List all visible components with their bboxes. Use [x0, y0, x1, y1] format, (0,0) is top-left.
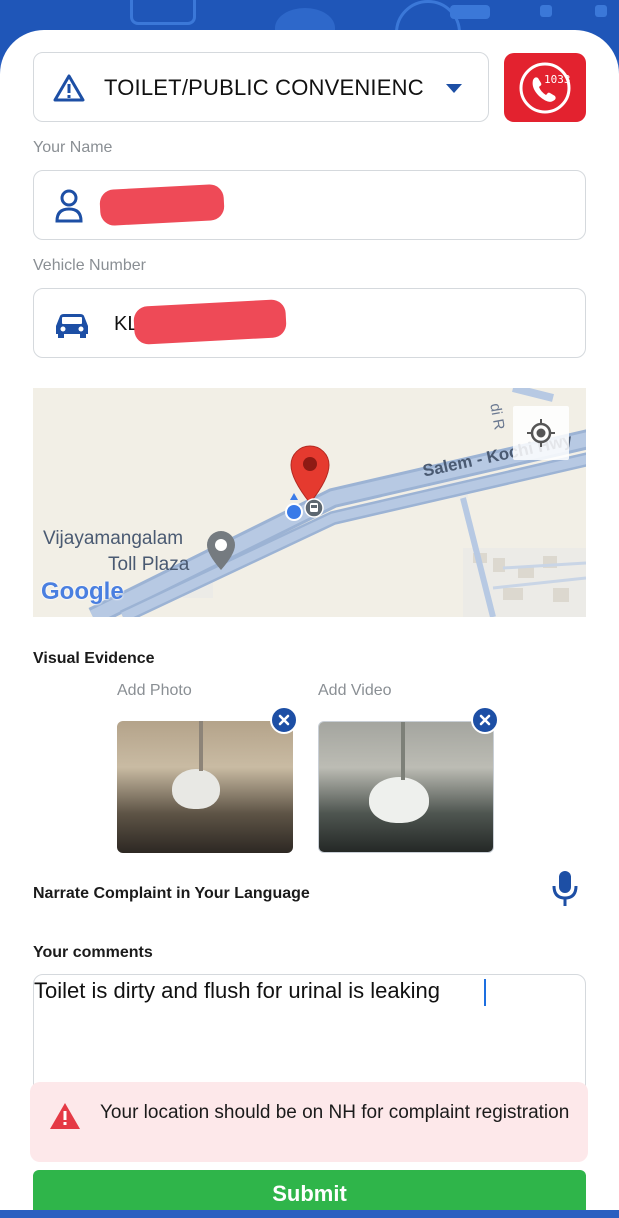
narrate-complaint-title: Narrate Complaint in Your Language [33, 885, 310, 902]
comments-textarea[interactable]: Toilet is dirty and flush for urinal is … [33, 974, 586, 1094]
phone-call-icon [519, 62, 571, 114]
submit-button[interactable]: Submit [33, 1170, 586, 1210]
urinal-image [369, 777, 429, 823]
user-icon [55, 189, 83, 223]
add-photo-label: Add Photo [117, 682, 192, 699]
category-dropdown[interactable]: TOILET/PUBLIC CONVENIENC [33, 52, 489, 122]
car-icon [56, 314, 88, 338]
map-place-label-line2: Toll Plaza [108, 554, 190, 575]
crosshair-icon [527, 419, 555, 447]
toll-plaza-marker-icon [207, 531, 235, 570]
video-thumbnail[interactable] [318, 721, 494, 853]
urinal-pipe [199, 721, 203, 771]
alert-message: Your location should be on NH for compla… [100, 1102, 570, 1123]
warning-triangle-icon [50, 1103, 80, 1129]
helpline-number: 1033 [544, 73, 571, 86]
text-cursor [484, 979, 486, 1006]
category-value: TOILET/PUBLIC CONVENIENC [104, 75, 424, 100]
close-icon [479, 714, 491, 726]
header-decoration [595, 5, 607, 17]
header-decoration [130, 0, 196, 25]
urinal-pipe [401, 722, 405, 780]
remove-video-button[interactable] [471, 706, 499, 734]
map-place-label-line1: Vijayamangalam [43, 528, 184, 549]
warning-triangle-icon [53, 74, 85, 102]
helpline-call-button[interactable]: 1033 [504, 53, 586, 122]
location-map[interactable]: Salem - Kochi Hwy di R Vijayamangalam To… [33, 388, 586, 617]
name-input[interactable] [33, 170, 586, 240]
urinal-image [172, 769, 220, 809]
add-video-label: Add Video [318, 682, 392, 699]
vehicle-number-input[interactable]: KL [33, 288, 586, 358]
current-location-dot-icon [285, 493, 303, 521]
redacted-vehicle-number [133, 299, 287, 345]
name-label: Your Name [33, 139, 113, 156]
redacted-name [99, 183, 225, 227]
comments-title: Your comments [33, 944, 153, 961]
google-logo: Google [41, 578, 124, 605]
close-icon [278, 714, 290, 726]
chevron-down-icon[interactable] [445, 83, 463, 95]
remove-photo-button[interactable] [270, 706, 298, 734]
location-alert-toast: Your location should be on NH for compla… [30, 1082, 588, 1162]
microphone-icon[interactable] [551, 870, 579, 908]
photo-thumbnail[interactable] [117, 721, 293, 853]
comments-value: Toilet is dirty and flush for urinal is … [34, 978, 440, 1003]
bus-stop-icon [304, 498, 324, 518]
header-decoration [450, 5, 490, 19]
header-decoration [540, 5, 552, 17]
my-location-button[interactable] [513, 406, 569, 460]
visual-evidence-title: Visual Evidence [33, 650, 155, 667]
vehicle-number-label: Vehicle Number [33, 257, 146, 274]
